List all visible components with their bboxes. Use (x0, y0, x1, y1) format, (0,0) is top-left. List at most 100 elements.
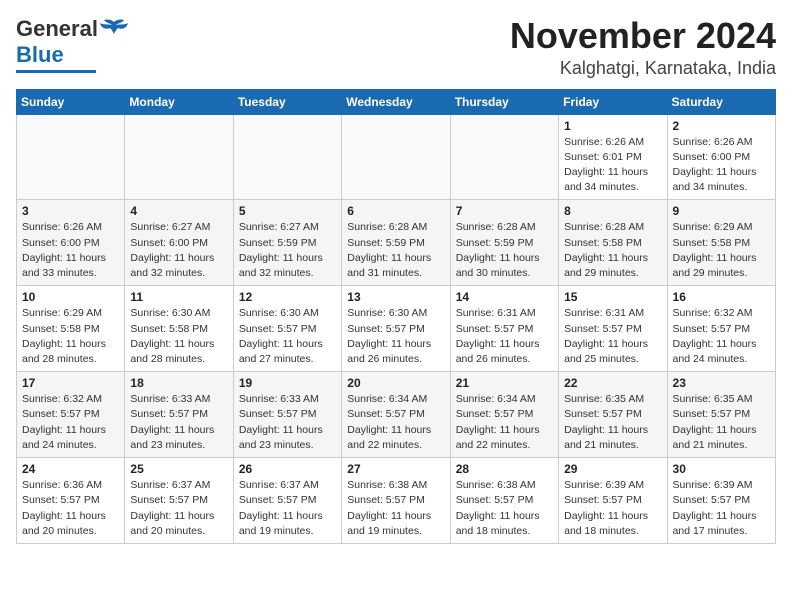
day-number: 22 (564, 376, 661, 390)
calendar-day-cell: 12 Sunrise: 6:30 AM Sunset: 5:57 PM Dayli… (233, 286, 341, 372)
calendar-day-cell (233, 114, 341, 200)
day-info: Sunrise: 6:31 AM Sunset: 5:57 PM Dayligh… (456, 306, 553, 367)
calendar-week-row: 1Sunrise: 6:26 AM Sunset: 6:01 PM Daylig… (17, 114, 776, 200)
day-info: Sunrise: 6:35 AM Sunset: 5:57 PM Dayligh… (673, 392, 770, 453)
day-number: 4 (130, 204, 227, 218)
calendar-day-cell: 2 Sunrise: 6:26 AM Sunset: 6:00 PM Daylig… (667, 114, 775, 200)
calendar-day-cell: 6 Sunrise: 6:28 AM Sunset: 5:59 PM Daylig… (342, 200, 450, 286)
calendar-table: SundayMondayTuesdayWednesdayThursdayFrid… (16, 89, 776, 544)
calendar-day-cell: 27 Sunrise: 6:38 AM Sunset: 5:57 PM Dayli… (342, 458, 450, 544)
day-info: Sunrise: 6:27 AM Sunset: 6:00 PM Dayligh… (130, 220, 227, 281)
day-number: 30 (673, 462, 770, 476)
logo-general-text: General (16, 16, 98, 42)
logo-blue-text: Blue (16, 42, 64, 68)
calendar-day-cell: 8 Sunrise: 6:28 AM Sunset: 5:58 PM Daylig… (559, 200, 667, 286)
weekday-header: Monday (125, 89, 233, 114)
title-section: November 2024 Kalghatgi, Karnataka, Indi… (510, 16, 776, 79)
calendar-day-cell: 9Sunrise: 6:29 AM Sunset: 5:58 PM Daylig… (667, 200, 775, 286)
day-info: Sunrise: 6:33 AM Sunset: 5:57 PM Dayligh… (239, 392, 336, 453)
calendar-day-cell: 11 Sunrise: 6:30 AM Sunset: 5:58 PM Dayli… (125, 286, 233, 372)
calendar-day-cell (125, 114, 233, 200)
calendar-day-cell: 3Sunrise: 6:26 AM Sunset: 6:00 PM Daylig… (17, 200, 125, 286)
day-info: Sunrise: 6:33 AM Sunset: 5:57 PM Dayligh… (130, 392, 227, 453)
calendar-day-cell: 18 Sunrise: 6:33 AM Sunset: 5:57 PM Dayli… (125, 372, 233, 458)
page-header: General Blue November 2024 Kalghatgi, Ka… (16, 16, 776, 79)
calendar-day-cell: 30 Sunrise: 6:39 AM Sunset: 5:57 PM Dayli… (667, 458, 775, 544)
weekday-header: Wednesday (342, 89, 450, 114)
day-info: Sunrise: 6:28 AM Sunset: 5:58 PM Dayligh… (564, 220, 661, 281)
day-info: Sunrise: 6:31 AM Sunset: 5:57 PM Dayligh… (564, 306, 661, 367)
calendar-day-cell: 28Sunrise: 6:38 AM Sunset: 5:57 PM Dayli… (450, 458, 558, 544)
day-info: Sunrise: 6:26 AM Sunset: 6:00 PM Dayligh… (22, 220, 119, 281)
day-number: 2 (673, 119, 770, 133)
day-number: 15 (564, 290, 661, 304)
day-number: 17 (22, 376, 119, 390)
day-info: Sunrise: 6:39 AM Sunset: 5:57 PM Dayligh… (673, 478, 770, 539)
day-number: 23 (673, 376, 770, 390)
day-number: 26 (239, 462, 336, 476)
day-info: Sunrise: 6:30 AM Sunset: 5:57 PM Dayligh… (239, 306, 336, 367)
day-info: Sunrise: 6:34 AM Sunset: 5:57 PM Dayligh… (347, 392, 444, 453)
day-info: Sunrise: 6:28 AM Sunset: 5:59 PM Dayligh… (456, 220, 553, 281)
day-number: 1 (564, 119, 661, 133)
day-number: 12 (239, 290, 336, 304)
day-number: 24 (22, 462, 119, 476)
weekday-header: Sunday (17, 89, 125, 114)
day-number: 14 (456, 290, 553, 304)
calendar-day-cell: 4 Sunrise: 6:27 AM Sunset: 6:00 PM Daylig… (125, 200, 233, 286)
day-number: 25 (130, 462, 227, 476)
calendar-day-cell: 24 Sunrise: 6:36 AM Sunset: 5:57 PM Dayli… (17, 458, 125, 544)
calendar-week-row: 3Sunrise: 6:26 AM Sunset: 6:00 PM Daylig… (17, 200, 776, 286)
day-info: Sunrise: 6:29 AM Sunset: 5:58 PM Dayligh… (22, 306, 119, 367)
calendar-day-cell: 20Sunrise: 6:34 AM Sunset: 5:57 PM Dayli… (342, 372, 450, 458)
day-number: 21 (456, 376, 553, 390)
day-info: Sunrise: 6:37 AM Sunset: 5:57 PM Dayligh… (239, 478, 336, 539)
calendar-week-row: 17 Sunrise: 6:32 AM Sunset: 5:57 PM Dayli… (17, 372, 776, 458)
weekday-header: Tuesday (233, 89, 341, 114)
day-number: 29 (564, 462, 661, 476)
calendar-day-cell: 25 Sunrise: 6:37 AM Sunset: 5:57 PM Dayli… (125, 458, 233, 544)
day-info: Sunrise: 6:30 AM Sunset: 5:58 PM Dayligh… (130, 306, 227, 367)
day-number: 19 (239, 376, 336, 390)
calendar-day-cell: 19 Sunrise: 6:33 AM Sunset: 5:57 PM Dayli… (233, 372, 341, 458)
calendar-day-cell: 21 Sunrise: 6:34 AM Sunset: 5:57 PM Dayli… (450, 372, 558, 458)
day-info: Sunrise: 6:29 AM Sunset: 5:58 PM Dayligh… (673, 220, 770, 281)
calendar-day-cell: 5Sunrise: 6:27 AM Sunset: 5:59 PM Daylig… (233, 200, 341, 286)
day-number: 27 (347, 462, 444, 476)
location-title: Kalghatgi, Karnataka, India (510, 58, 776, 79)
calendar-day-cell: 29Sunrise: 6:39 AM Sunset: 5:57 PM Dayli… (559, 458, 667, 544)
day-number: 5 (239, 204, 336, 218)
day-number: 13 (347, 290, 444, 304)
day-info: Sunrise: 6:36 AM Sunset: 5:57 PM Dayligh… (22, 478, 119, 539)
day-number: 8 (564, 204, 661, 218)
calendar-day-cell: 1Sunrise: 6:26 AM Sunset: 6:01 PM Daylig… (559, 114, 667, 200)
day-info: Sunrise: 6:32 AM Sunset: 5:57 PM Dayligh… (673, 306, 770, 367)
calendar-day-cell: 15 Sunrise: 6:31 AM Sunset: 5:57 PM Dayli… (559, 286, 667, 372)
logo-bird-icon (100, 18, 128, 40)
day-number: 11 (130, 290, 227, 304)
day-info: Sunrise: 6:37 AM Sunset: 5:57 PM Dayligh… (130, 478, 227, 539)
day-info: Sunrise: 6:38 AM Sunset: 5:57 PM Dayligh… (347, 478, 444, 539)
calendar-day-cell: 14 Sunrise: 6:31 AM Sunset: 5:57 PM Dayli… (450, 286, 558, 372)
day-number: 6 (347, 204, 444, 218)
calendar-week-row: 10Sunrise: 6:29 AM Sunset: 5:58 PM Dayli… (17, 286, 776, 372)
day-info: Sunrise: 6:28 AM Sunset: 5:59 PM Dayligh… (347, 220, 444, 281)
calendar-day-cell: 16Sunrise: 6:32 AM Sunset: 5:57 PM Dayli… (667, 286, 775, 372)
weekday-header: Friday (559, 89, 667, 114)
day-info: Sunrise: 6:30 AM Sunset: 5:57 PM Dayligh… (347, 306, 444, 367)
calendar-day-cell: 7 Sunrise: 6:28 AM Sunset: 5:59 PM Daylig… (450, 200, 558, 286)
day-number: 7 (456, 204, 553, 218)
month-title: November 2024 (510, 16, 776, 56)
calendar-week-row: 24 Sunrise: 6:36 AM Sunset: 5:57 PM Dayli… (17, 458, 776, 544)
calendar-day-cell: 22 Sunrise: 6:35 AM Sunset: 5:57 PM Dayli… (559, 372, 667, 458)
day-number: 28 (456, 462, 553, 476)
calendar-day-cell: 23 Sunrise: 6:35 AM Sunset: 5:57 PM Dayli… (667, 372, 775, 458)
day-info: Sunrise: 6:34 AM Sunset: 5:57 PM Dayligh… (456, 392, 553, 453)
calendar-day-cell (450, 114, 558, 200)
calendar-day-cell: 26 Sunrise: 6:37 AM Sunset: 5:57 PM Dayli… (233, 458, 341, 544)
day-info: Sunrise: 6:35 AM Sunset: 5:57 PM Dayligh… (564, 392, 661, 453)
day-number: 18 (130, 376, 227, 390)
day-info: Sunrise: 6:32 AM Sunset: 5:57 PM Dayligh… (22, 392, 119, 453)
calendar-header-row: SundayMondayTuesdayWednesdayThursdayFrid… (17, 89, 776, 114)
day-info: Sunrise: 6:26 AM Sunset: 6:00 PM Dayligh… (673, 135, 770, 196)
